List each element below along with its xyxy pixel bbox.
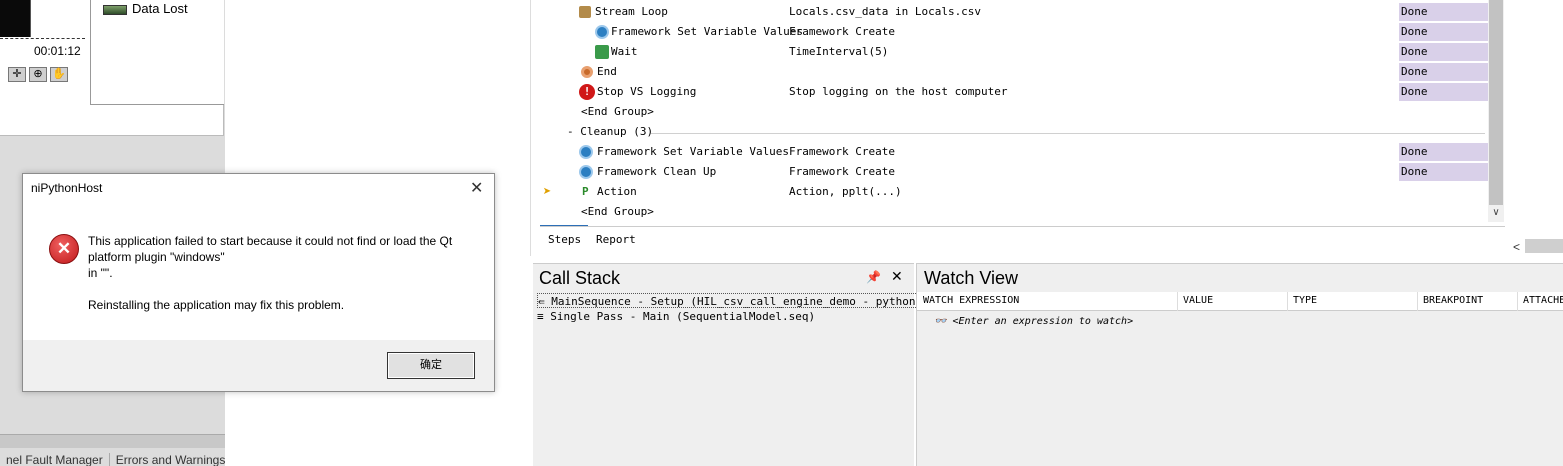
step-row[interactable]: <End Group> [531,202,1489,222]
horizontal-scroll-thumb[interactable] [1525,239,1563,253]
error-icon: ✕ [49,234,79,264]
tab-fault-manager[interactable]: nel Fault Manager [0,453,110,466]
time-axis-ticks [0,38,85,42]
step-row[interactable]: Wait TimeInterval(5) Done [531,42,1489,62]
legend-label: Data Lost [132,1,188,16]
stream-loop-icon [579,6,591,18]
steps-scroll-thumb[interactable] [1489,0,1503,205]
scroll-left-icon[interactable]: < [1513,240,1520,254]
legend-swatch [103,5,127,15]
tab-steps[interactable]: Steps [548,233,581,246]
column-value[interactable]: VALUE [1183,295,1213,306]
zoom-tool-icon[interactable]: ⊕ [29,67,47,82]
dialog-close-icon[interactable]: ✕ [470,178,483,198]
step-row[interactable]: Framework Set Variable Values Framework … [531,22,1489,42]
step-row[interactable]: Framework Clean Up Framework Create Done [531,162,1489,182]
column-type[interactable]: TYPE [1293,295,1317,306]
step-row[interactable]: Framework Set Variable Values Framework … [531,142,1489,162]
sequence-steps-panel: Stream Loop Locals.csv_data in Locals.cs… [530,0,1505,256]
column-breakpoint[interactable]: BREAKPOINT [1423,295,1483,306]
group-divider [651,133,1485,134]
tab-report[interactable]: Report [596,233,636,246]
pin-icon[interactable]: 📌 [866,270,881,284]
column-attached[interactable]: ATTACHE [1523,295,1563,306]
current-frame-icon: ⇚ [538,295,545,308]
scroll-down-icon[interactable]: ∨ [1489,207,1503,221]
time-axis-label: 00:01:12 [34,44,81,58]
call-stack-row[interactable]: ⇚ MainSequence - Setup (HIL_csv_call_eng… [537,293,952,308]
action-icon: P [582,185,589,198]
call-stack-title: Call Stack [539,268,621,288]
ok-button[interactable]: 确定 [387,352,475,379]
gear-icon [579,145,593,159]
error-icon: ! [579,84,595,100]
dialog-message: This application failed to start because… [88,234,453,312]
group-header-cleanup[interactable]: - Cleanup (3) [531,122,1489,142]
column-watch-expression[interactable]: WATCH EXPRESSION [923,295,1019,306]
step-row[interactable]: <End Group> [531,102,1489,122]
gear-icon [595,25,609,39]
close-icon[interactable]: ✕ [891,268,903,285]
pan-tool-icon[interactable]: ✋ [50,67,68,82]
gear-icon [579,165,593,179]
end-icon [581,66,593,78]
step-row-current[interactable]: ➤ P Action Action, pplt(...) [531,182,1489,202]
watch-expression-input[interactable]: 👓 <Enter an expression to watch> [934,316,1133,327]
left-bottom-tabs: nel Fault Manager Errors and Warnings [0,453,225,466]
hourglass-icon [595,45,609,59]
watch-table-header: WATCH EXPRESSION VALUE TYPE BREAKPOINT A… [917,292,1563,311]
watch-view-title: Watch View [924,268,1019,288]
crosshair-tool-icon[interactable]: ✛ [8,67,26,82]
dialog-title: niPythonHost [31,181,103,195]
left-scrollbar[interactable] [0,434,225,448]
tab-errors-warnings[interactable]: Errors and Warnings [110,453,225,466]
step-row[interactable]: End Done [531,62,1489,82]
call-stack-row[interactable]: ≡ Single Pass - Main (SequentialModel.se… [537,309,815,324]
step-row[interactable]: Stream Loop Locals.csv_data in Locals.cs… [531,2,1489,22]
glasses-icon: 👓 [934,316,947,327]
step-row[interactable]: ! Stop VS Logging Stop logging on the ho… [531,82,1489,102]
chart-plot-area [0,0,31,37]
execution-pointer-icon: ➤ [543,184,552,200]
steps-tab-strip: Steps Report [540,226,1505,254]
stack-frame-icon: ≡ [537,310,544,323]
